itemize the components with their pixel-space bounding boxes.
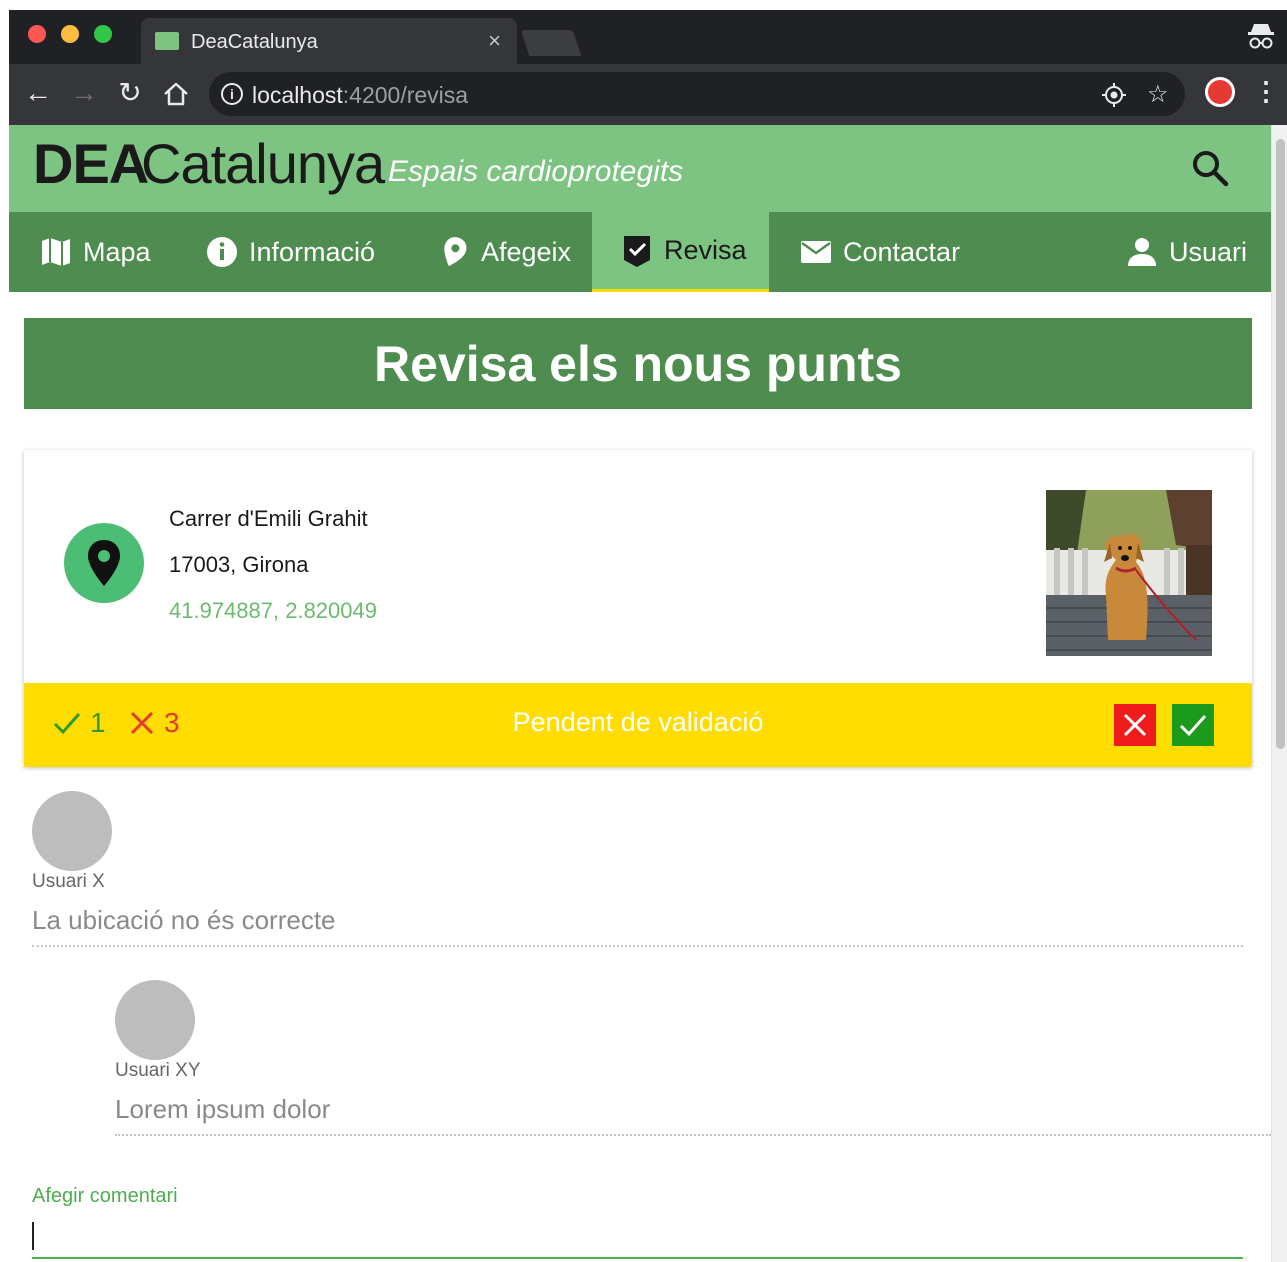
logo-bold-text[interactable]: DEA bbox=[33, 131, 149, 196]
pin-avatar bbox=[64, 523, 144, 603]
close-icon bbox=[1123, 713, 1147, 737]
comment-item: Usuari X La ubicació no és correcte bbox=[32, 791, 1243, 951]
comment-divider bbox=[32, 945, 1243, 947]
new-tab-button[interactable] bbox=[520, 30, 582, 56]
nav-label-informacio: Informació bbox=[249, 236, 376, 267]
comment-user: Usuari XY bbox=[115, 1060, 201, 1081]
address-line-1: Carrer d'Emili Grahit bbox=[169, 506, 368, 531]
status-label: Pendent de validació bbox=[512, 707, 764, 737]
forward-arrow-icon[interactable]: → bbox=[67, 76, 101, 110]
main-nav: Mapa Informació Afegeix Revisa Contactar… bbox=[9, 212, 1271, 292]
window-close-button[interactable] bbox=[28, 25, 46, 43]
comment-user: Usuari X bbox=[32, 871, 105, 892]
avatar bbox=[115, 980, 195, 1060]
browser-menu-icon[interactable]: ⋮ bbox=[1253, 76, 1279, 107]
nav-item-usuari[interactable]: Usuari bbox=[1121, 212, 1251, 292]
nav-item-contactar[interactable]: Contactar bbox=[795, 212, 964, 292]
page-title: Revisa els nous punts bbox=[374, 335, 902, 392]
text-caret bbox=[32, 1222, 34, 1250]
scrollbar-thumb[interactable] bbox=[1276, 139, 1285, 749]
url-text[interactable]: localhost:4200/revisa bbox=[252, 82, 468, 109]
check-badge-icon bbox=[624, 235, 650, 267]
browser-tab[interactable]: DeaCatalunya × bbox=[141, 18, 517, 64]
location-pin-icon bbox=[88, 540, 120, 586]
page-content: DEA Catalunya Espais cardioprotegits Map… bbox=[9, 125, 1271, 1262]
coordinates: 41.974887, 2.820049 bbox=[169, 598, 377, 623]
window-zoom-button[interactable] bbox=[94, 25, 112, 43]
tab-close-icon[interactable]: × bbox=[488, 28, 501, 54]
page-scrollbar[interactable] bbox=[1271, 125, 1287, 1262]
nav-item-informacio[interactable]: Informació bbox=[201, 212, 379, 292]
location-target-icon[interactable] bbox=[1101, 82, 1127, 108]
logo-light-text[interactable]: Catalunya bbox=[141, 131, 385, 196]
reload-icon[interactable]: ↻ bbox=[113, 76, 147, 110]
browser-toolbar: ← → ↻ i localhost:4200/revisa ☆ ⋮ bbox=[9, 64, 1287, 125]
dog-photo[interactable] bbox=[1046, 490, 1212, 656]
nav-label-afegeix: Afegeix bbox=[481, 236, 572, 267]
map-icon bbox=[42, 238, 70, 266]
accept-button[interactable] bbox=[1172, 704, 1214, 746]
point-card: Carrer d'Emili Grahit 17003, Girona 41.9… bbox=[24, 450, 1252, 767]
nav-item-revisa[interactable]: Revisa bbox=[592, 212, 769, 292]
nav-item-afegeix[interactable]: Afegeix bbox=[433, 212, 575, 292]
comment-divider bbox=[115, 1134, 1271, 1136]
envelope-icon bbox=[801, 241, 831, 263]
comment-reply-item: Usuari XY Lorem ipsum dolor bbox=[115, 980, 1271, 1140]
add-comment-label: Afegir comentari bbox=[32, 1185, 178, 1207]
browser-window: DeaCatalunya × ← → ↻ i localhost:4200/re… bbox=[9, 10, 1287, 1262]
bookmark-star-icon[interactable]: ☆ bbox=[1147, 80, 1169, 109]
check-icon bbox=[1179, 715, 1207, 737]
url-path: :4200/revisa bbox=[342, 82, 469, 108]
incognito-icon bbox=[1248, 24, 1274, 49]
nav-label-revisa: Revisa bbox=[664, 235, 747, 265]
app-header: DEA Catalunya Espais cardioprotegits bbox=[9, 125, 1271, 212]
search-icon[interactable] bbox=[1189, 147, 1231, 189]
nav-label-mapa: Mapa bbox=[83, 236, 151, 267]
nav-item-mapa[interactable]: Mapa bbox=[35, 212, 155, 292]
info-icon bbox=[207, 237, 237, 267]
add-comment-input[interactable] bbox=[32, 1215, 1243, 1259]
comment-text: La ubicació no és correcte bbox=[32, 905, 336, 935]
home-icon[interactable] bbox=[161, 80, 191, 108]
os-top-strip bbox=[0, 0, 1287, 10]
reject-button[interactable] bbox=[1114, 704, 1156, 746]
avatar bbox=[32, 791, 112, 871]
user-icon bbox=[1128, 238, 1156, 266]
browser-tab-bar: DeaCatalunya × bbox=[9, 10, 1287, 64]
info-icon[interactable]: i bbox=[221, 83, 243, 105]
status-bar: 1 3 Pendent de validació bbox=[24, 683, 1252, 767]
favicon-icon bbox=[155, 32, 179, 50]
location-pin-icon bbox=[444, 237, 467, 267]
nav-label-usuari: Usuari bbox=[1169, 236, 1248, 267]
comment-text: Lorem ipsum dolor bbox=[115, 1094, 331, 1124]
address-line-2: 17003, Girona bbox=[169, 552, 309, 577]
url-host: localhost bbox=[252, 82, 343, 108]
nav-label-contactar: Contactar bbox=[843, 236, 961, 267]
extension-shield-icon[interactable] bbox=[1205, 77, 1235, 107]
back-arrow-icon[interactable]: ← bbox=[21, 76, 55, 110]
tab-title: DeaCatalunya bbox=[191, 31, 318, 53]
address-bar[interactable]: i localhost:4200/revisa ☆ bbox=[209, 72, 1185, 116]
window-minimize-button[interactable] bbox=[61, 25, 79, 43]
page-banner: Revisa els nous punts bbox=[24, 318, 1252, 409]
logo-tagline: Espais cardioprotegits bbox=[388, 155, 684, 188]
